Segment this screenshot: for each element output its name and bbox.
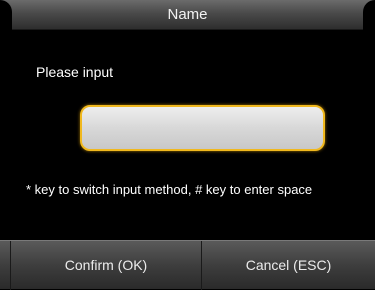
input-prompt-label: Please input <box>36 64 114 80</box>
name-input-field[interactable] <box>80 105 325 151</box>
input-method-hint: * key to switch input method, # key to e… <box>26 182 313 197</box>
title-bar: Name <box>0 0 375 30</box>
cancel-button[interactable]: Cancel (ESC) <box>202 241 375 289</box>
dialog-title: Name <box>167 6 208 23</box>
footer-bar: Confirm (OK) Cancel (ESC) <box>0 240 375 290</box>
confirm-button[interactable]: Confirm (OK) <box>11 241 201 289</box>
